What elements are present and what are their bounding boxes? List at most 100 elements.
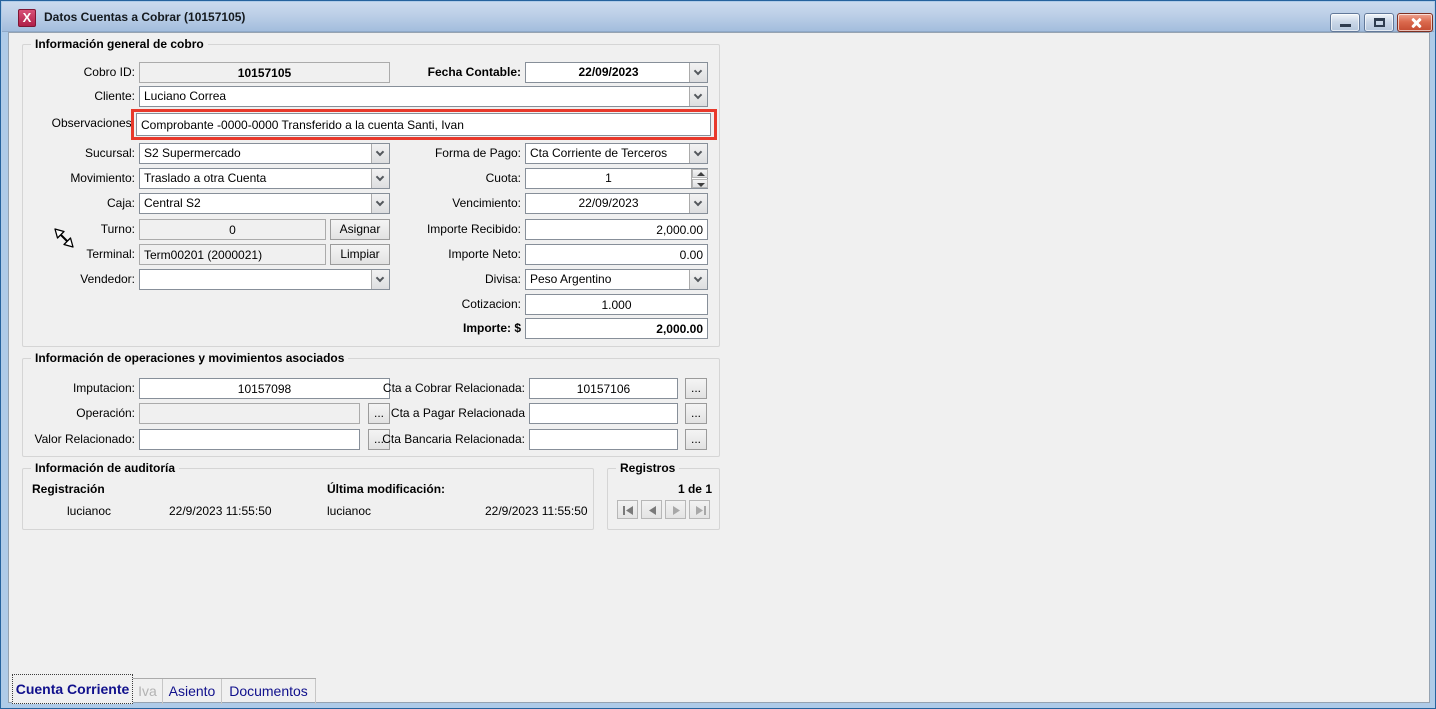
registracion-label: Registración	[32, 482, 105, 496]
group-auditoria: Información de auditoría	[22, 468, 594, 530]
cotizacion-label: Cotizacion:	[361, 294, 521, 315]
cta-bancaria-input[interactable]	[529, 429, 678, 450]
modificacion-label: Última modificación:	[327, 482, 445, 496]
importe-recibido-label: Importe Recibido:	[361, 219, 521, 240]
caja-label: Caja:	[19, 193, 135, 214]
minimize-button[interactable]	[1330, 13, 1360, 32]
minimize-icon	[1340, 24, 1351, 27]
last-record-icon	[694, 505, 707, 516]
close-button[interactable]	[1397, 13, 1433, 32]
valor-relacionado-label: Valor Relacionado:	[19, 429, 135, 450]
movimiento-value: Traslado a otra Cuenta	[144, 169, 369, 188]
cuota-label: Cuota:	[361, 168, 521, 189]
caja-value: Central S2	[144, 194, 369, 213]
fecha-contable-combobox[interactable]: 22/09/2023	[525, 62, 708, 83]
cobro-id-field	[139, 62, 390, 83]
group-title: Registros	[616, 461, 679, 475]
cliente-value: Luciano Correa	[144, 87, 687, 106]
cuota-stepper[interactable]: 1	[525, 168, 708, 189]
turno-field	[139, 219, 326, 240]
cta-cobrar-browse-button[interactable]: ...	[685, 378, 707, 399]
chevron-down-icon[interactable]	[689, 270, 707, 289]
previous-record-icon	[646, 505, 659, 516]
maximize-button[interactable]	[1364, 13, 1394, 32]
imputacion-label: Imputacion:	[19, 378, 135, 399]
divisa-value: Peso Argentino	[530, 270, 687, 289]
vencimiento-combobox[interactable]: 22/09/2023	[525, 193, 708, 214]
tab-documentos[interactable]: Documentos	[222, 679, 316, 704]
operacion-label: Operación:	[19, 403, 135, 424]
cliente-label: Cliente:	[19, 86, 135, 107]
vencimiento-label: Vencimiento:	[361, 193, 521, 214]
cta-pagar-input[interactable]	[529, 403, 678, 424]
vendedor-value	[144, 270, 369, 289]
close-icon	[1410, 17, 1422, 29]
divisa-combobox[interactable]: Peso Argentino	[525, 269, 708, 290]
cta-pagar-browse-button[interactable]: ...	[685, 403, 707, 424]
app-window: X Datos Cuentas a Cobrar (10157105) Info…	[0, 0, 1436, 709]
next-record-button[interactable]	[665, 500, 686, 519]
tab-iva: Iva	[133, 679, 163, 704]
group-title: Información de auditoría	[31, 461, 179, 475]
turno-label: Turno:	[19, 219, 135, 240]
next-record-icon	[670, 505, 683, 516]
importe-label: Importe: $	[361, 318, 521, 339]
maximize-icon	[1374, 18, 1385, 27]
valor-relacionado-input[interactable]	[139, 429, 360, 450]
fecha-contable-value: 22/09/2023	[530, 63, 687, 82]
vendedor-combobox[interactable]	[139, 269, 390, 290]
modificacion-user: lucianoc	[327, 504, 371, 518]
observaciones-label: Observaciones:	[19, 113, 135, 134]
importe-input[interactable]	[525, 318, 708, 339]
record-position: 1 de 1	[607, 482, 712, 496]
caja-combobox[interactable]: Central S2	[139, 193, 390, 214]
group-title: Información general de cobro	[31, 37, 208, 51]
tab-cuenta-corriente[interactable]: Cuenta Corriente	[12, 674, 133, 704]
last-record-button[interactable]	[689, 500, 710, 519]
cta-cobrar-input[interactable]	[529, 378, 678, 399]
group-title: Información de operaciones y movimientos…	[31, 351, 348, 365]
fecha-contable-label: Fecha Contable:	[361, 62, 521, 83]
sucursal-label: Sucursal:	[19, 143, 135, 164]
cotizacion-input[interactable]	[525, 294, 708, 315]
tab-asiento[interactable]: Asiento	[163, 679, 222, 704]
observaciones-input[interactable]	[136, 113, 711, 136]
modificacion-datetime: 22/9/2023 11:55:50	[485, 504, 588, 518]
movimiento-combobox[interactable]: Traslado a otra Cuenta	[139, 168, 390, 189]
group-registros: Registros	[607, 468, 720, 530]
forma-de-pago-value: Cta Corriente de Terceros	[530, 144, 687, 163]
cta-bancaria-label: Cta Bancaria Relacionada:	[345, 429, 525, 450]
chevron-down-icon[interactable]	[689, 63, 707, 82]
form-client-area: Información general de cobro Cobro ID: F…	[8, 32, 1430, 703]
vendedor-label: Vendedor:	[19, 269, 135, 290]
terminal-label: Terminal:	[19, 244, 135, 265]
cta-pagar-label: Cta a Pagar Relacionada	[345, 403, 525, 424]
vencimiento-value: 22/09/2023	[530, 194, 687, 213]
divisa-label: Divisa:	[361, 269, 521, 290]
cobro-id-label: Cobro ID:	[19, 62, 135, 83]
chevron-down-icon[interactable]	[689, 144, 707, 163]
movimiento-label: Movimiento:	[19, 168, 135, 189]
chevron-down-icon[interactable]	[689, 87, 707, 106]
cuota-value: 1	[530, 169, 687, 188]
spinner-down-icon[interactable]	[692, 179, 708, 188]
previous-record-button[interactable]	[641, 500, 662, 519]
app-icon-glyph: X	[23, 10, 32, 25]
registracion-datetime: 22/9/2023 11:55:50	[169, 504, 272, 518]
app-icon: X	[18, 9, 36, 27]
registracion-user: lucianoc	[67, 504, 111, 518]
importe-neto-input[interactable]	[525, 244, 708, 265]
first-record-button[interactable]	[617, 500, 638, 519]
importe-neto-label: Importe Neto:	[361, 244, 521, 265]
spinner-up-icon[interactable]	[692, 169, 708, 178]
cliente-combobox[interactable]: Luciano Correa	[139, 86, 708, 107]
cta-bancaria-browse-button[interactable]: ...	[685, 429, 707, 450]
sucursal-combobox[interactable]: S2 Supermercado	[139, 143, 390, 164]
importe-recibido-input[interactable]	[525, 219, 708, 240]
chevron-down-icon[interactable]	[689, 194, 707, 213]
cta-cobrar-label: Cta a Cobrar Relacionada:	[345, 378, 525, 399]
titlebar[interactable]: X Datos Cuentas a Cobrar (10157105)	[2, 2, 1434, 32]
terminal-field	[139, 244, 326, 265]
sucursal-value: S2 Supermercado	[144, 144, 369, 163]
forma-de-pago-combobox[interactable]: Cta Corriente de Terceros	[525, 143, 708, 164]
